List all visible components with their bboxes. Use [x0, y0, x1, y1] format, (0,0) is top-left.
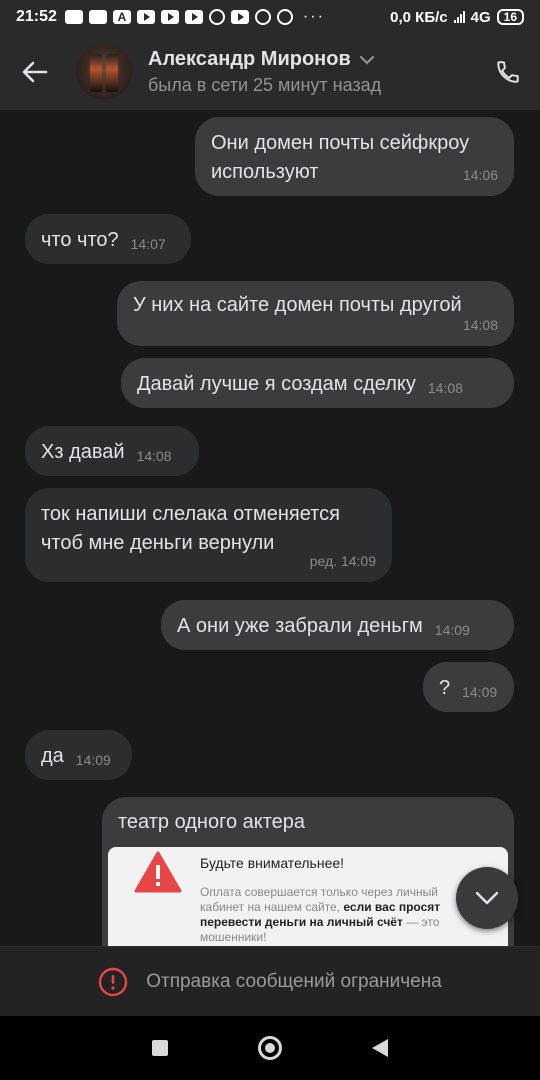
- message-text: У них на сайте домен почты другой: [133, 294, 462, 316]
- message-time: 14:09: [462, 684, 498, 700]
- sync-icon: [276, 9, 293, 25]
- message-bubble[interactable]: да 14:09: [25, 730, 132, 780]
- avatar[interactable]: [76, 44, 132, 100]
- message-bubble[interactable]: Они домен почты сейфкроу используют 14:0…: [195, 117, 514, 196]
- message-text: ток напиши слелака отменяется чтоб мне д…: [41, 503, 340, 554]
- alert-circle-icon: [99, 967, 128, 996]
- battery-level: 16: [503, 10, 517, 24]
- sync-icon: [254, 9, 271, 25]
- status-time: 21:52: [16, 8, 57, 25]
- message-time: 14:09: [75, 752, 111, 768]
- battery-icon: 16: [496, 9, 524, 25]
- system-back-button[interactable]: [372, 1039, 388, 1057]
- youtube-icon: [230, 10, 249, 24]
- message-text: ?: [439, 677, 451, 699]
- notification-app-icon: [88, 10, 107, 24]
- youtube-icon: [160, 10, 179, 24]
- message-time: 14:09: [434, 622, 470, 638]
- chevron-down-icon: [475, 891, 499, 905]
- scroll-down-button[interactable]: [456, 867, 518, 929]
- phone-icon: [497, 61, 519, 83]
- contact-info[interactable]: Александр Миронов была в сети 25 минут н…: [148, 48, 476, 96]
- message-text: Они домен почты сейфкроу используют: [211, 132, 470, 183]
- chevron-down-icon: [359, 55, 374, 65]
- messaging-restricted-bar: Отправка сообщений ограничена: [0, 946, 540, 1016]
- status-bar: 21:52 A ··· 0,0 КБ/с 4G 16: [0, 0, 540, 34]
- home-button[interactable]: [258, 1036, 282, 1060]
- more-notifications-icon: ···: [302, 8, 325, 25]
- warning-title: Будьте внимательнее!: [200, 855, 345, 871]
- card-caption: театр одного актера: [118, 811, 306, 833]
- warning-image: Будьте внимательнее! Оплата совершается …: [108, 847, 508, 957]
- system-navigation-bar: [0, 1016, 540, 1080]
- message-text: Давай лучше я создам сделку: [137, 373, 416, 395]
- restriction-text: Отправка сообщений ограничена: [146, 970, 442, 992]
- youtube-icon: [184, 10, 203, 24]
- back-arrow-icon: [22, 61, 48, 83]
- call-button[interactable]: [476, 34, 540, 110]
- network-speed: 0,0 КБ/с: [390, 8, 448, 26]
- network-type: 4G: [470, 8, 491, 26]
- message-bubble[interactable]: У них на сайте домен почты другой 14:08: [117, 281, 514, 346]
- warning-body: Оплата совершается только через личный к…: [200, 885, 470, 945]
- notification-a-icon: A: [112, 10, 131, 24]
- back-button[interactable]: [0, 34, 70, 110]
- message-text: Хз давай: [41, 441, 125, 463]
- message-text: что что?: [41, 229, 119, 251]
- message-time: ред. 14:09: [309, 553, 376, 569]
- message-bubble[interactable]: Давай лучше я создам сделку 14:08: [121, 358, 514, 408]
- chat-header: Александр Миронов была в сети 25 минут н…: [0, 34, 540, 110]
- message-time: 14:06: [462, 167, 498, 183]
- message-time: 14:08: [136, 448, 172, 464]
- message-bubble[interactable]: А они уже забрали деньгм 14:09: [161, 600, 514, 650]
- contact-name-row[interactable]: Александр Миронов: [148, 48, 476, 71]
- notification-app-icon: [64, 10, 83, 24]
- message-text: А они уже забрали деньгм: [177, 615, 423, 637]
- warning-triangle-icon: [134, 851, 182, 893]
- notification-icons: A: [64, 9, 293, 25]
- contact-name: Александр Миронов: [148, 48, 351, 70]
- message-time: 14:07: [130, 236, 166, 252]
- system-status: 0,0 КБ/с 4G 16: [390, 9, 524, 26]
- message-time: 14:08: [462, 317, 498, 333]
- message-bubble[interactable]: ток напиши слелака отменяется чтоб мне д…: [25, 488, 392, 582]
- youtube-icon: [136, 10, 155, 24]
- forwarded-message-card[interactable]: театр одного актера Будьте внимательнее!…: [102, 797, 514, 957]
- message-time: 14:08: [427, 380, 463, 396]
- gamepad-icon: [208, 9, 225, 25]
- message-bubble[interactable]: Хз давай 14:08: [25, 426, 199, 476]
- recents-button[interactable]: [152, 1040, 168, 1056]
- last-seen-status: была в сети 25 минут назад: [148, 75, 382, 95]
- message-bubble[interactable]: что что? 14:07: [25, 214, 191, 264]
- message-text: да: [41, 745, 64, 767]
- message-bubble[interactable]: ? 14:09: [423, 662, 514, 712]
- signal-icon: [453, 11, 465, 23]
